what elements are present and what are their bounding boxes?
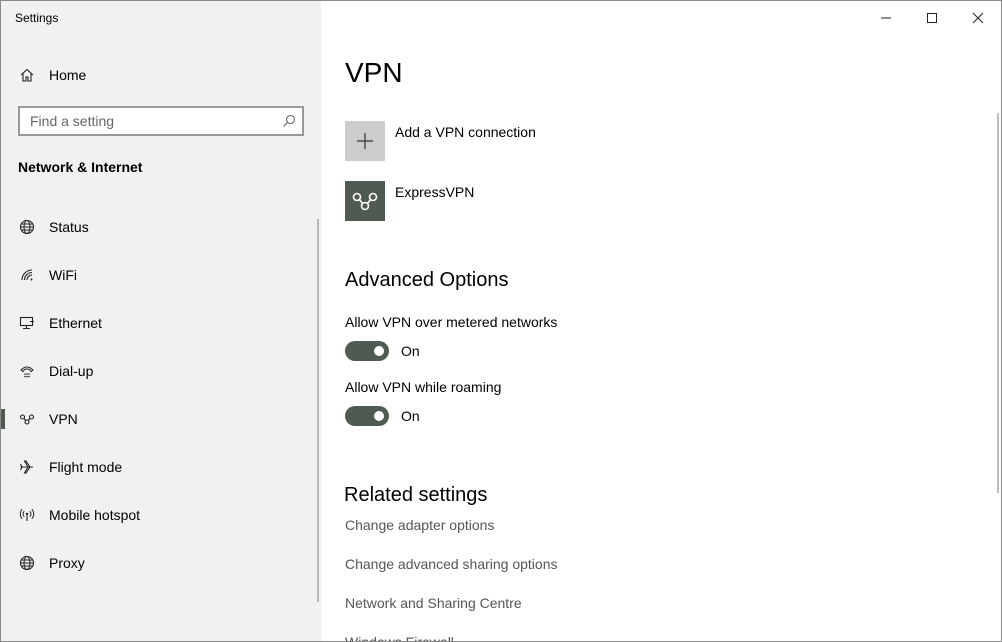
plus-icon [345, 121, 385, 161]
sidebar-item-label: Status [49, 219, 89, 235]
sidebar-item-label: Proxy [49, 555, 85, 571]
sidebar-item-flight-mode[interactable]: Flight mode [1, 443, 321, 491]
sidebar-item-label: VPN [49, 411, 78, 427]
page-title: VPN [345, 57, 403, 88]
expressvpn-logo-icon [345, 181, 385, 221]
sidebar-item-label: Mobile hotspot [49, 507, 141, 523]
section-title: Network & Internet [18, 159, 143, 175]
dialup-icon [17, 361, 37, 381]
sidebar-nav: Status WiFi Ethernet Dial-up VPN Flight … [1, 203, 321, 587]
home-nav-item[interactable]: Home [17, 64, 86, 86]
sidebar-item-mobile-hotspot[interactable]: Mobile hotspot [1, 491, 321, 539]
roaming-label: Allow VPN while roaming [345, 379, 502, 395]
sidebar-item-proxy[interactable]: Proxy [1, 539, 321, 587]
sidebar: Settings Home Network & Internet Status [1, 1, 321, 641]
add-vpn-label: Add a VPN connection [395, 124, 536, 140]
sidebar-item-ethernet[interactable]: Ethernet [1, 299, 321, 347]
network-sharing-centre-link[interactable]: Network and Sharing Centre [345, 595, 522, 611]
metered-networks-label: Allow VPN over metered networks [345, 314, 558, 330]
search-icon[interactable] [276, 114, 302, 128]
sidebar-item-label: WiFi [49, 267, 77, 283]
vpn-icon [17, 409, 37, 429]
vpn-connection-expressvpn[interactable]: ExpressVPN [345, 181, 474, 221]
add-vpn-button[interactable]: Add a VPN connection [345, 121, 536, 161]
hotspot-icon [17, 505, 37, 525]
wifi-icon [17, 265, 37, 285]
sidebar-scrollbar[interactable] [317, 219, 319, 602]
sidebar-item-vpn[interactable]: VPN [1, 395, 321, 443]
globe-icon [17, 553, 37, 573]
ethernet-icon [17, 313, 37, 333]
sidebar-item-status[interactable]: Status [1, 203, 321, 251]
home-icon [17, 65, 37, 85]
roaming-toggle-row: On [345, 406, 420, 426]
main-scrollbar[interactable] [997, 113, 999, 493]
search-input[interactable] [20, 108, 276, 134]
airplane-icon [17, 457, 37, 477]
windows-firewall-link[interactable]: Windows Firewall [345, 634, 454, 641]
change-adapter-options-link[interactable]: Change adapter options [345, 517, 494, 533]
app-title: Settings [15, 11, 59, 25]
sidebar-item-dialup[interactable]: Dial-up [1, 347, 321, 395]
advanced-options-heading: Advanced Options [345, 269, 509, 291]
vpn-connection-name: ExpressVPN [395, 184, 475, 200]
toggle-state: On [401, 343, 420, 359]
metered-networks-toggle[interactable] [345, 341, 389, 361]
sidebar-item-label: Dial-up [49, 363, 94, 379]
sidebar-item-label: Ethernet [49, 315, 102, 331]
globe-icon [17, 217, 37, 237]
toggle-state: On [401, 408, 420, 424]
metered-networks-toggle-row: On [345, 341, 420, 361]
settings-window: Settings Home Network & Internet Status [0, 0, 1002, 642]
main-content: VPN Add a VPN connection ExpressVPN Adva… [321, 1, 1001, 641]
search-box[interactable] [18, 106, 304, 136]
roaming-toggle[interactable] [345, 406, 389, 426]
home-label: Home [49, 67, 87, 83]
change-advanced-sharing-link[interactable]: Change advanced sharing options [345, 556, 558, 572]
related-settings-heading: Related settings [344, 484, 488, 506]
sidebar-item-wifi[interactable]: WiFi [1, 251, 321, 299]
sidebar-item-label: Flight mode [49, 459, 123, 475]
